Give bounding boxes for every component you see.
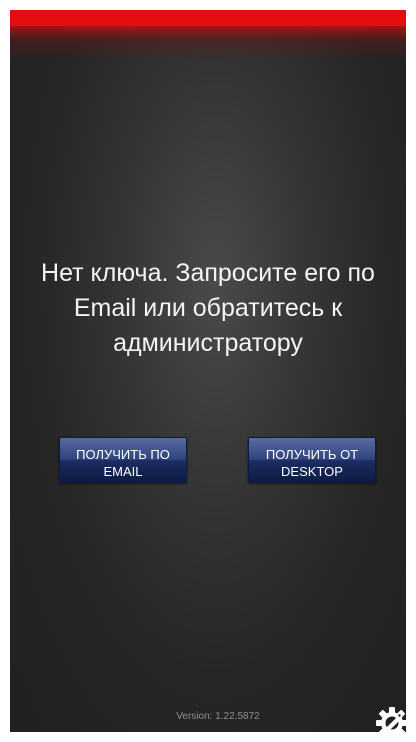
get-from-desktop-button[interactable]: ПОЛУЧИТЬ ОТ DESKTOP [248, 437, 376, 483]
app-screen: Нет ключа. Запросите его по Email или об… [10, 10, 406, 732]
get-by-email-button[interactable]: ПОЛУЧИТЬ ПО EMAIL [59, 437, 187, 483]
no-key-message: Нет ключа. Запросите его по Email или об… [41, 259, 375, 357]
get-from-desktop-label: ПОЛУЧИТЬ ОТ DESKTOP [265, 447, 359, 479]
top-glow [10, 26, 406, 60]
top-status-bar [10, 10, 406, 26]
gear-wrench-icon [376, 707, 406, 732]
get-by-email-label: ПОЛУЧИТЬ ПО EMAIL [76, 447, 170, 479]
settings-button[interactable] [374, 705, 406, 732]
version-label: Version: 1.22.5872 [176, 711, 260, 722]
